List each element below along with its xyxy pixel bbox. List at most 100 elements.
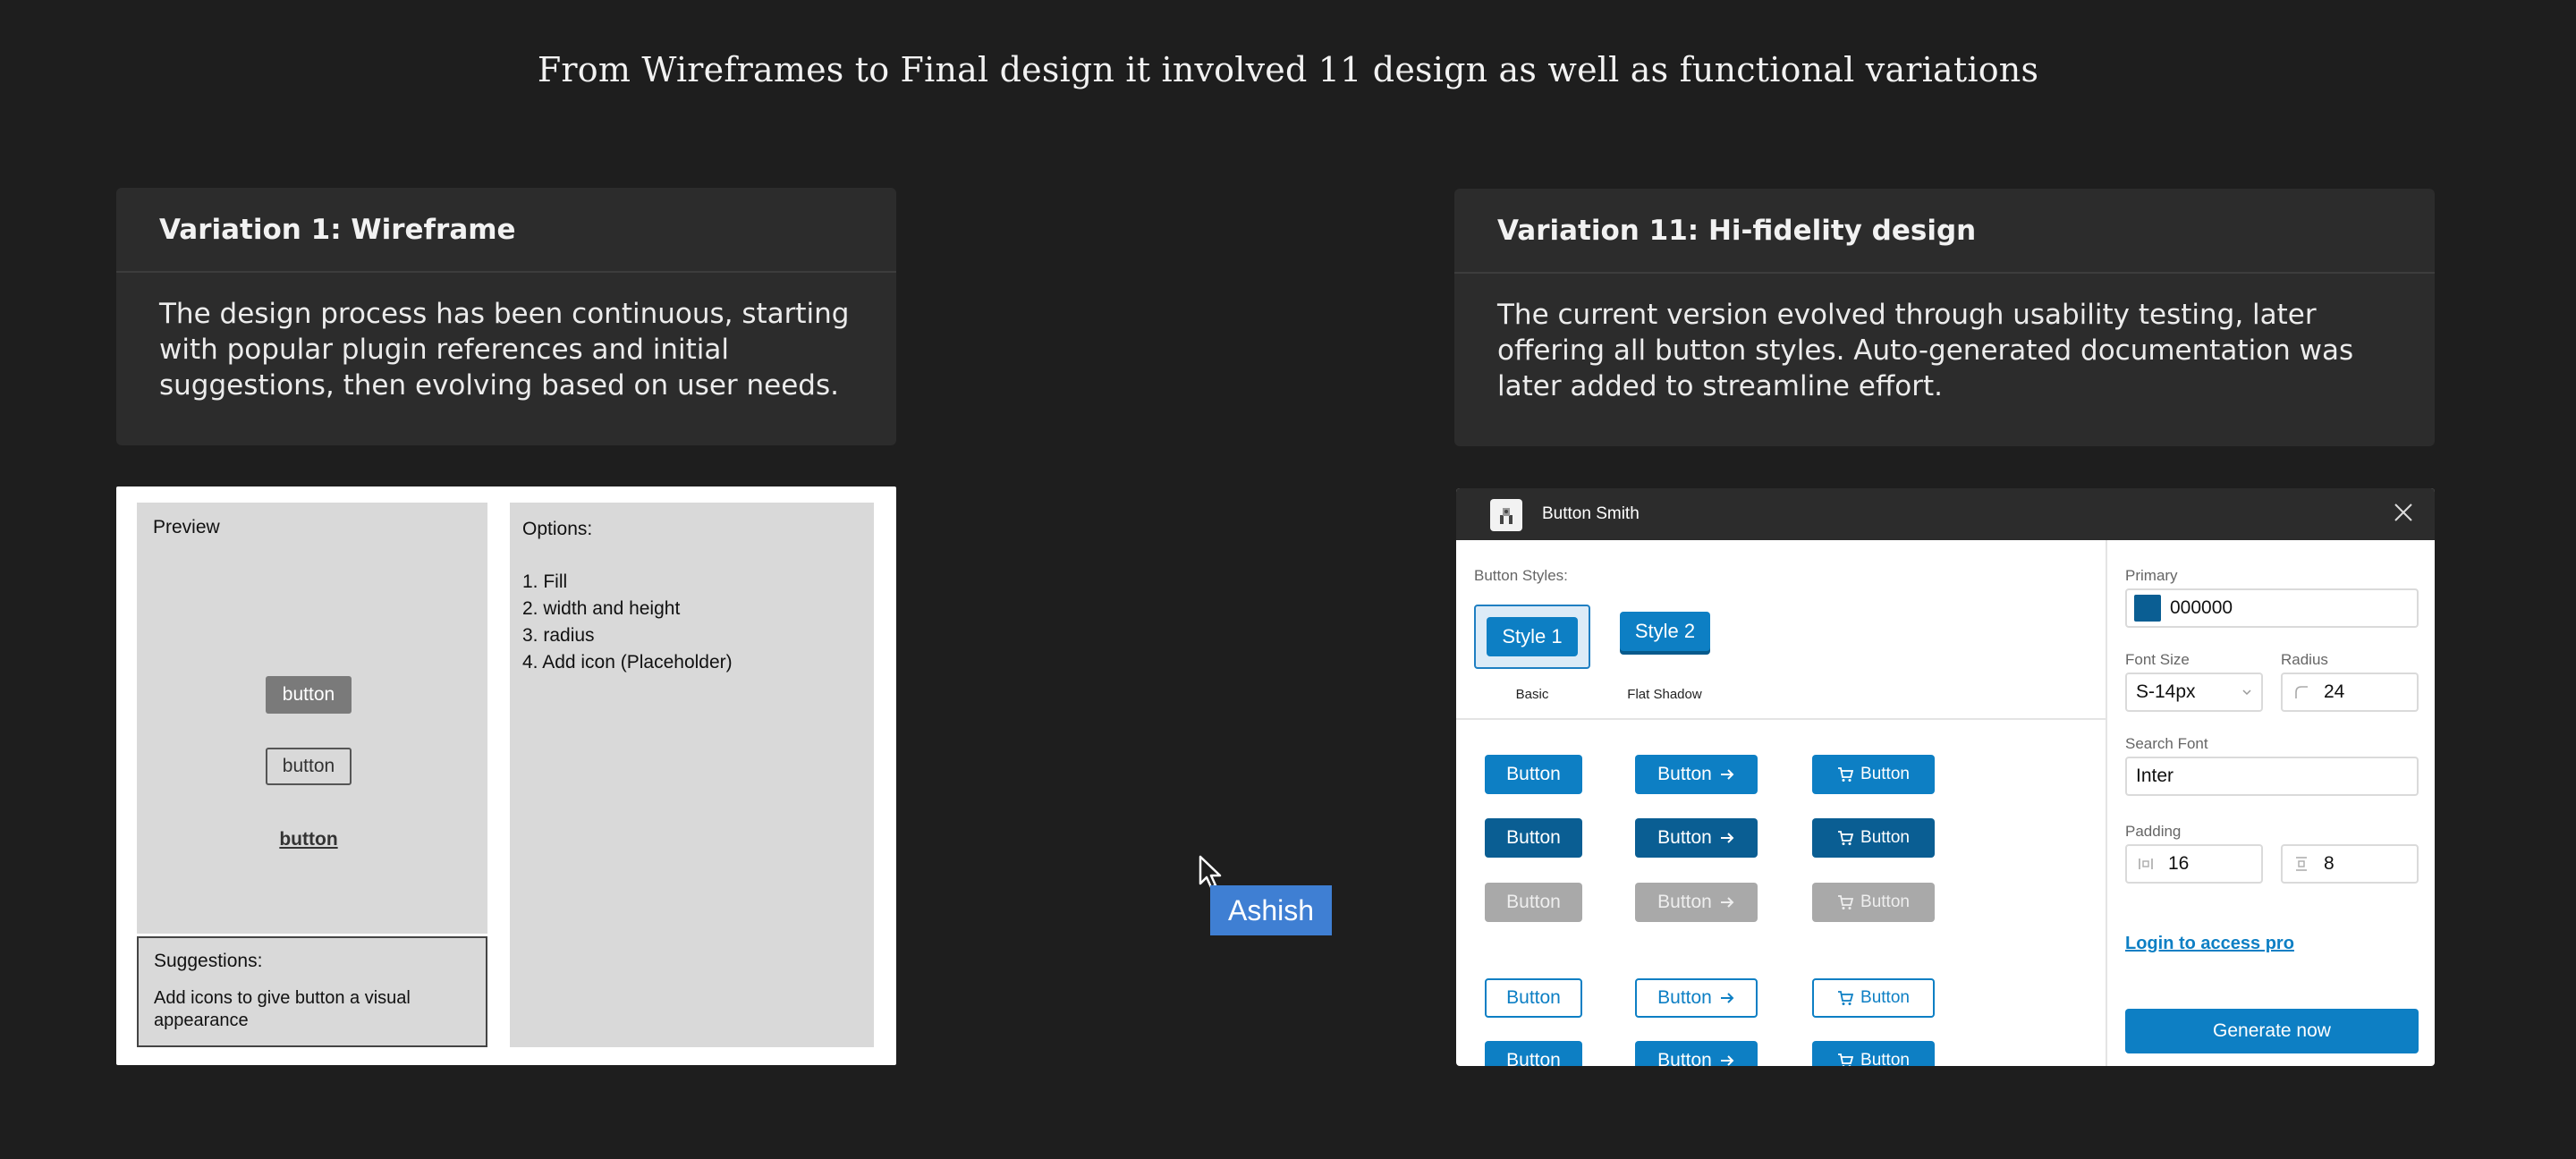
disabled-cart-button: Button xyxy=(1812,883,1935,922)
variation-1-description: The design process has been continuous, … xyxy=(159,298,850,402)
list-item: 4. Add icon (Placeholder) xyxy=(522,652,733,673)
outline-arrow-button[interactable]: Button xyxy=(1635,978,1758,1018)
arrow-right-icon xyxy=(1720,897,1734,908)
button-styles-label: Button Styles: xyxy=(1474,567,1568,584)
wireframe-preview-label: Preview xyxy=(153,517,220,537)
style-2-tile[interactable]: Style 2 xyxy=(1620,612,1710,651)
button-label: Button xyxy=(1657,892,1712,912)
cart-icon xyxy=(1838,895,1854,909)
button-label: Button xyxy=(1657,987,1712,1008)
vertical-padding-icon xyxy=(2290,852,2313,876)
button-label: Button xyxy=(1860,893,1910,911)
variation-1-title: Variation 1: Wireframe xyxy=(116,188,896,273)
horizontal-padding-icon xyxy=(2134,852,2157,876)
search-font-value: Inter xyxy=(2136,766,2174,786)
primary-arrow-button[interactable]: Button xyxy=(1635,1041,1758,1066)
radius-field[interactable]: 24 xyxy=(2281,673,2419,712)
corner-radius-icon xyxy=(2290,681,2313,704)
padding-vertical-field[interactable]: 8 xyxy=(2281,844,2419,884)
style-1-tile[interactable]: Style 1 xyxy=(1474,605,1590,669)
variation-11-title: Variation 11: Hi-fidelity design xyxy=(1454,189,2435,274)
radius-value: 24 xyxy=(2324,681,2345,702)
list-item: 2. width and height xyxy=(522,598,681,619)
variation-11-card: Variation 11: Hi-fidelity design The cur… xyxy=(1454,189,2435,446)
padding-horizontal-field[interactable]: 16 xyxy=(2125,844,2263,884)
radius-label: Radius xyxy=(2281,651,2328,668)
list-item: 1. Fill xyxy=(522,571,568,592)
variation-1-card: Variation 1: Wireframe The design proces… xyxy=(116,188,896,445)
dark-cart-button[interactable]: Button xyxy=(1812,818,1935,858)
disabled-button: Button xyxy=(1485,883,1582,922)
plugin-styles-panel: Button Styles: Style 1 Style 2 Basic Fla… xyxy=(1456,540,2106,1066)
style-1-label: Style 1 xyxy=(1487,617,1578,656)
login-pro-link[interactable]: Login to access pro xyxy=(2125,934,2294,954)
primary-button[interactable]: Button xyxy=(1485,1041,1582,1066)
font-size-label: Font Size xyxy=(2125,651,2190,668)
collaborator-name-tag: Ashish xyxy=(1210,885,1333,935)
disabled-arrow-button: Button xyxy=(1635,883,1758,922)
generate-now-button[interactable]: Generate now xyxy=(2125,1009,2419,1053)
variation-11-description: The current version evolved through usab… xyxy=(1497,299,2354,402)
arrow-right-icon xyxy=(1720,769,1734,780)
cart-icon xyxy=(1838,767,1854,782)
cart-icon xyxy=(1838,991,1854,1005)
button-label: Button xyxy=(1860,765,1910,783)
arrow-right-icon xyxy=(1720,993,1734,1003)
button-label: Button xyxy=(1657,1050,1712,1066)
button-label: Button xyxy=(1506,892,1561,912)
primary-arrow-button[interactable]: Button xyxy=(1635,755,1758,794)
wireframe-options-label: Options: xyxy=(522,519,593,539)
list-item: 3. radius xyxy=(522,625,595,646)
page-headline: From Wireframes to Final design it invol… xyxy=(537,50,2039,89)
outline-button[interactable]: Button xyxy=(1485,978,1582,1018)
wireframe-options-list: 1. Fill 2. width and height 3. radius 4.… xyxy=(522,569,733,676)
button-label: Button xyxy=(1506,827,1561,848)
primary-color-field[interactable]: 000000 xyxy=(2125,588,2419,628)
padding-label: Padding xyxy=(2125,823,2182,840)
wireframe-options-panel: Options: 1. Fill 2. width and height 3. … xyxy=(510,503,874,1047)
button-label: Button xyxy=(1506,1050,1561,1066)
cart-icon xyxy=(1838,1053,1854,1066)
wireframe-outline-button[interactable]: button xyxy=(266,748,352,785)
padding-horizontal-value: 16 xyxy=(2168,853,2190,874)
button-label: Button xyxy=(1506,987,1561,1008)
wireframe-suggestions-panel: Suggestions: Add icons to give button a … xyxy=(137,936,487,1047)
color-swatch[interactable] xyxy=(2134,595,2161,622)
font-size-select[interactable]: S-14px xyxy=(2125,673,2263,712)
primary-color-value: 000000 xyxy=(2170,597,2233,618)
button-label: Button xyxy=(1860,988,1910,1007)
wireframe-suggestions-label: Suggestions: xyxy=(154,951,263,971)
wireframe-suggestions-text: Add icons to give button a visual appear… xyxy=(154,988,411,1030)
button-label: Button xyxy=(1506,764,1561,784)
divider xyxy=(1456,718,2106,720)
primary-button[interactable]: Button xyxy=(1485,755,1582,794)
primary-cart-button[interactable]: Button xyxy=(1812,755,1935,794)
arrow-right-icon xyxy=(1720,1055,1734,1066)
wireframe-fill-button[interactable]: button xyxy=(266,676,352,714)
search-font-input[interactable]: Inter xyxy=(2125,757,2419,796)
plugin-title: Button Smith xyxy=(1542,504,1640,523)
plugin-logo-icon xyxy=(1490,499,1522,531)
cart-icon xyxy=(1838,831,1854,845)
button-label: Button xyxy=(1657,827,1712,848)
plugin-header: Button Smith xyxy=(1456,488,2435,540)
button-label: Button xyxy=(1860,828,1910,847)
plugin-properties-panel: Primary 000000 Font Size S-14px Radius 2… xyxy=(2106,540,2435,1066)
chevron-down-icon xyxy=(2242,689,2251,696)
dark-button[interactable]: Button xyxy=(1485,818,1582,858)
arrow-right-icon xyxy=(1720,833,1734,843)
outline-cart-button[interactable]: Button xyxy=(1812,978,1935,1018)
style-2-caption: Flat Shadow xyxy=(1627,687,1702,702)
padding-vertical-value: 8 xyxy=(2324,853,2334,874)
font-size-value: S-14px xyxy=(2136,681,2196,702)
dark-arrow-button[interactable]: Button xyxy=(1635,818,1758,858)
wireframe-mockup: Preview button button button Suggestions… xyxy=(116,486,896,1065)
primary-cart-button[interactable]: Button xyxy=(1812,1041,1935,1066)
button-label: Button xyxy=(1860,1051,1910,1066)
button-smith-plugin-window: Button Smith Button Styles: Style 1 Styl… xyxy=(1456,488,2435,1066)
primary-color-label: Primary xyxy=(2125,567,2178,584)
close-icon[interactable] xyxy=(2390,501,2417,528)
button-label: Button xyxy=(1657,764,1712,784)
wireframe-preview-panel: Preview button button button xyxy=(137,503,487,934)
wireframe-link-button[interactable]: button xyxy=(266,821,352,859)
